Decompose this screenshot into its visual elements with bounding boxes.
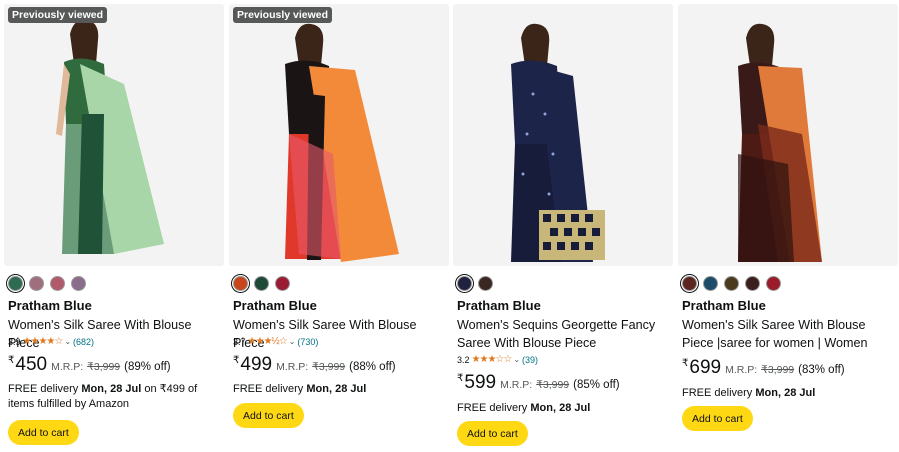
price: 699: [689, 357, 722, 378]
currency-symbol: ₹: [457, 373, 464, 384]
product-title[interactable]: Women's Silk Saree With Blouse Piece |sa…: [682, 316, 896, 352]
delivery-date: Mon, 28 Jul: [530, 402, 591, 414]
delivery-date: Mon, 28 Jul: [81, 383, 142, 395]
color-swatch[interactable]: [29, 275, 44, 291]
review-count-link[interactable]: (39): [522, 355, 538, 365]
rating-row: 3.7 ★★★½☆ ⌄ (730): [233, 336, 318, 347]
add-to-cart-button[interactable]: Add to cart: [8, 420, 79, 445]
rating-row: 3.9 ★★★★☆ ⌄ (682): [8, 336, 94, 347]
color-swatch[interactable]: [724, 275, 739, 291]
price-row: ₹ 699 M.R.P: ₹3,999 (83% off): [682, 357, 845, 379]
mrp-label: M.R.P:: [500, 379, 533, 391]
add-to-cart-button[interactable]: Add to cart: [233, 403, 304, 428]
mrp-label: M.R.P:: [725, 364, 758, 376]
rating-value: 3.2: [457, 354, 470, 365]
star-rating-icon[interactable]: ★★★½☆: [248, 336, 288, 347]
color-swatch[interactable]: [50, 275, 65, 291]
currency-symbol: ₹: [682, 358, 689, 369]
rating-value: 3.9: [8, 336, 21, 347]
chevron-down-icon[interactable]: ⌄: [513, 355, 520, 364]
product-card[interactable]: Pratham Blue Women's Silk Saree With Blo…: [678, 0, 898, 452]
add-to-cart-button[interactable]: Add to cart: [457, 421, 528, 446]
previously-viewed-badge: Previously viewed: [233, 7, 333, 23]
price-row: ₹ 450 M.R.P: ₹3,999 (89% off): [8, 354, 171, 376]
discount-percent: (83% off): [798, 364, 845, 376]
product-card[interactable]: Previously viewed Pratham Blue Women's S…: [229, 0, 449, 452]
discount-percent: (88% off): [349, 361, 396, 373]
rating-value: 3.7: [233, 336, 246, 347]
delivery-date: Mon, 28 Jul: [306, 383, 367, 395]
color-swatch[interactable]: [275, 275, 290, 291]
mrp-label: M.R.P:: [276, 361, 309, 373]
delivery-info: FREE delivery Mon, 28 Jul: [682, 387, 816, 399]
mrp-price: ₹3,999: [536, 379, 570, 391]
product-card[interactable]: Previously viewed Pratham Blue Women's S…: [4, 0, 224, 452]
color-swatches: [682, 274, 781, 292]
mrp-price: ₹3,999: [312, 361, 346, 373]
rating-row: 3.2 ★★★☆☆ ⌄ (39): [457, 354, 538, 365]
mrp-price: ₹3,999: [87, 361, 121, 373]
product-image[interactable]: Previously viewed: [4, 4, 224, 266]
color-swatch[interactable]: [254, 275, 269, 291]
star-rating-icon[interactable]: ★★★★☆: [23, 336, 64, 347]
price: 499: [240, 354, 273, 375]
product-image[interactable]: Previously viewed: [229, 4, 449, 266]
discount-percent: (85% off): [573, 379, 620, 391]
chevron-down-icon[interactable]: ⌄: [289, 337, 296, 346]
color-swatch[interactable]: [71, 275, 86, 291]
price-row: ₹ 499 M.R.P: ₹3,999 (88% off): [233, 354, 396, 376]
price: 450: [15, 354, 48, 375]
delivery-info: FREE delivery Mon, 28 Jul: [233, 383, 367, 395]
color-swatch[interactable]: [233, 275, 248, 291]
chevron-down-icon[interactable]: ⌄: [64, 337, 71, 346]
product-image[interactable]: [678, 4, 898, 266]
delivery-info: FREE delivery Mon, 28 Jul: [457, 402, 591, 414]
color-swatch[interactable]: [682, 275, 697, 291]
currency-symbol: ₹: [8, 355, 15, 366]
add-to-cart-button[interactable]: Add to cart: [682, 406, 753, 431]
product-card[interactable]: Pratham Blue Women's Sequins Georgette F…: [453, 0, 673, 452]
review-count-link[interactable]: (682): [73, 337, 94, 347]
price: 599: [464, 372, 497, 393]
product-image[interactable]: [453, 4, 673, 266]
mrp-price: ₹3,999: [761, 364, 795, 376]
review-count-link[interactable]: (730): [297, 337, 318, 347]
product-title[interactable]: Women's Sequins Georgette Fancy Saree Wi…: [457, 316, 671, 352]
price-row: ₹ 599 M.R.P: ₹3,999 (85% off): [457, 372, 620, 394]
brand-name: Pratham Blue: [8, 298, 92, 313]
color-swatches: [457, 274, 493, 292]
color-swatch[interactable]: [8, 275, 23, 291]
brand-name: Pratham Blue: [682, 298, 766, 313]
color-swatches: [233, 274, 290, 292]
color-swatch[interactable]: [766, 275, 781, 291]
color-swatch[interactable]: [703, 275, 718, 291]
currency-symbol: ₹: [233, 355, 240, 366]
color-swatch[interactable]: [478, 275, 493, 291]
star-rating-icon[interactable]: ★★★☆☆: [472, 354, 513, 365]
color-swatches: [8, 274, 86, 292]
brand-name: Pratham Blue: [233, 298, 317, 313]
previously-viewed-badge: Previously viewed: [8, 7, 108, 23]
delivery-date: Mon, 28 Jul: [755, 387, 816, 399]
color-swatch[interactable]: [457, 275, 472, 291]
delivery-info: FREE delivery Mon, 28 Jul on ₹499 of ite…: [8, 383, 198, 410]
color-swatch[interactable]: [745, 275, 760, 291]
brand-name: Pratham Blue: [457, 298, 541, 313]
mrp-label: M.R.P:: [51, 361, 84, 373]
discount-percent: (89% off): [124, 361, 171, 373]
